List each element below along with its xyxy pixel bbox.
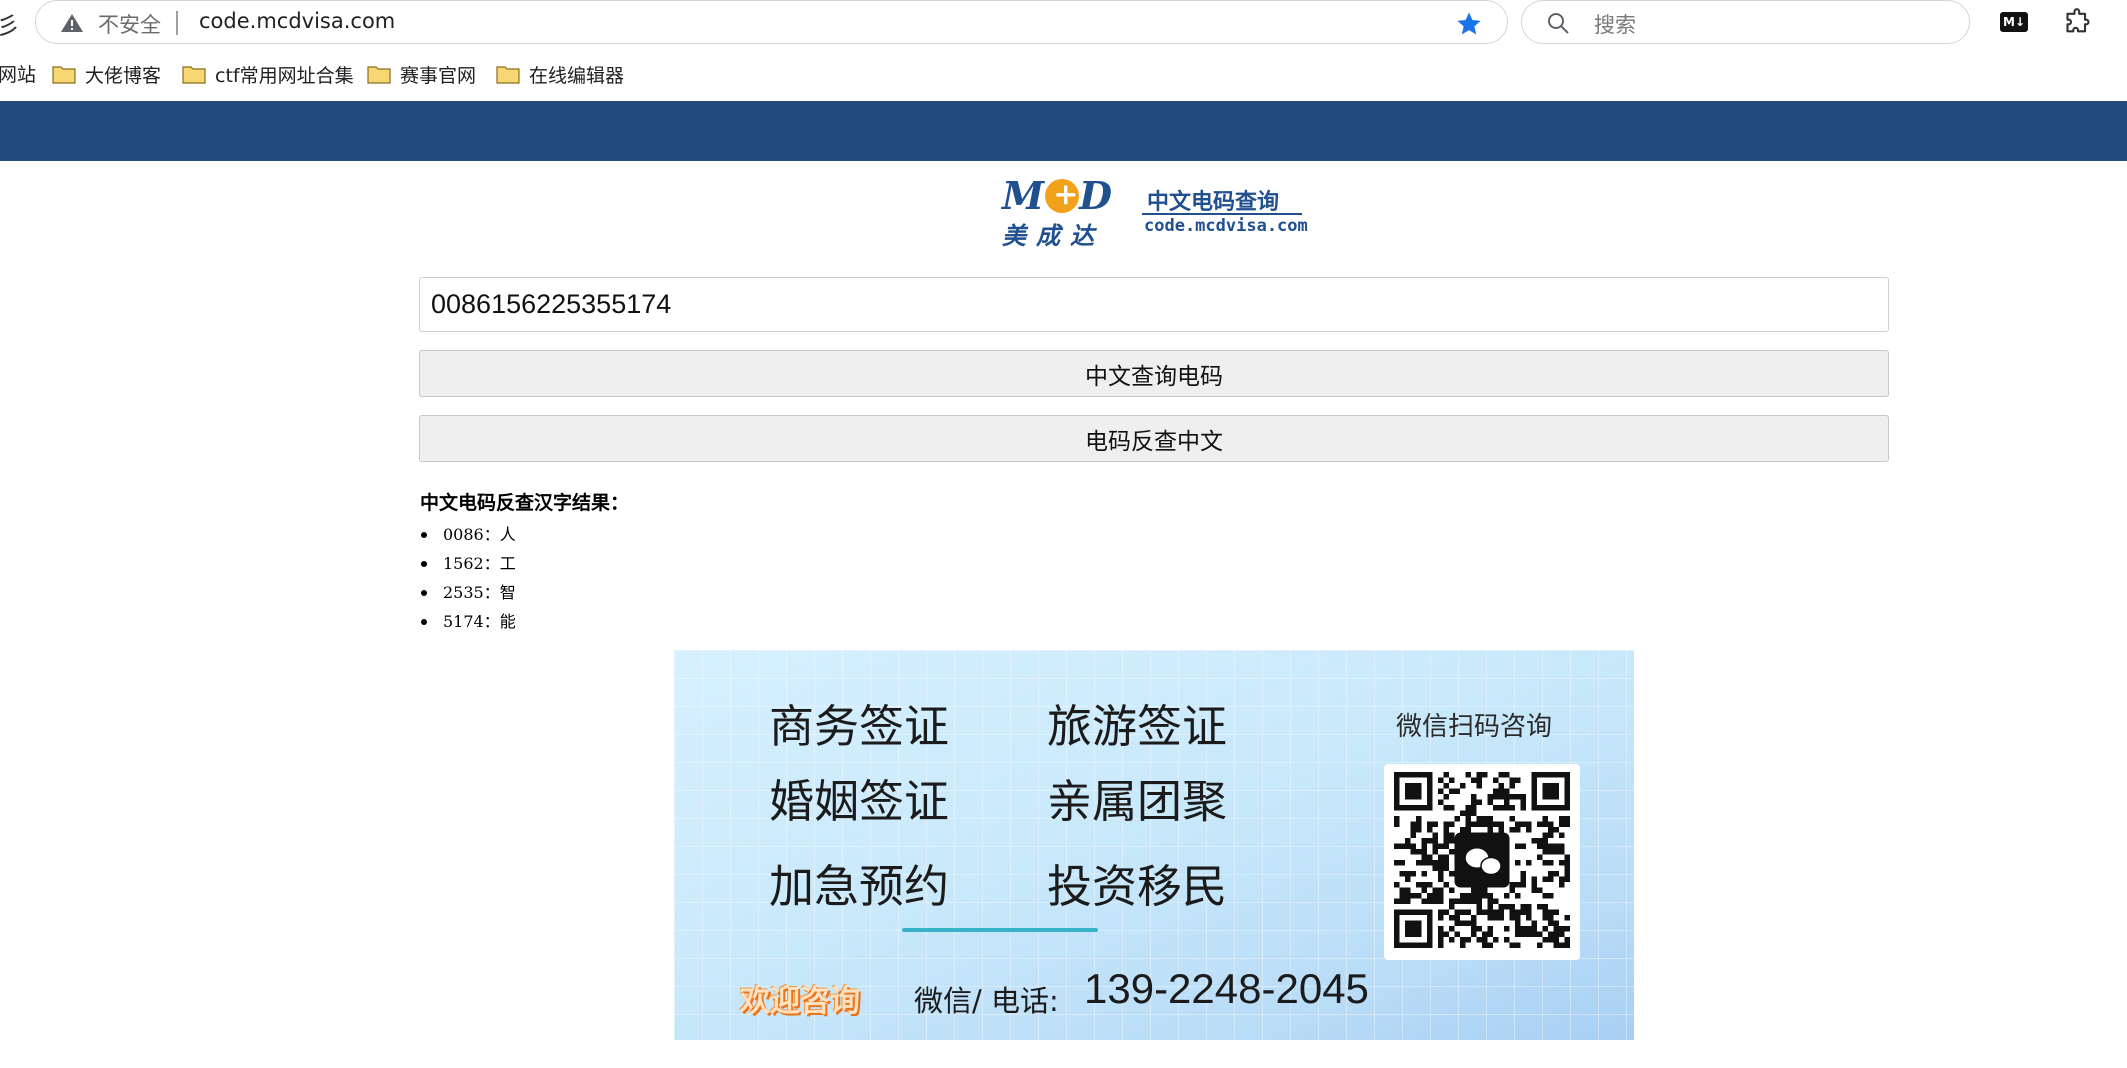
qr-label: 微信扫码咨询 [1396, 712, 1553, 742]
address-separator [176, 11, 178, 35]
bookmark-label: 大佬博客 [85, 64, 162, 87]
folder-icon [52, 66, 76, 84]
service-tourist-visa: 旅游签证 [1047, 700, 1228, 753]
bookmark-item[interactable]: ctf常用网址合集 [182, 60, 354, 88]
browser-toolbar: 彡 不安全 code.mcdvisa.com 搜索 M↓ [0, 0, 2127, 44]
welcome-text: 欢迎咨询 [740, 984, 860, 1019]
bookmark-label: 在线编辑器 [529, 64, 625, 87]
bookmark-label: ctf常用网址合集 [215, 64, 354, 87]
site-logo[interactable]: MD 美成达 中文电码查询 code.mcdvisa.com [1002, 175, 1308, 250]
logo-title: 中文电码查询 [1147, 190, 1280, 215]
browser-search-box[interactable]: 搜索 [1521, 0, 1970, 44]
service-family-reunion: 亲属团聚 [1047, 775, 1228, 828]
folder-icon [182, 66, 206, 84]
logo-domain: code.mcdvisa.com [1144, 216, 1308, 236]
logo-circle-icon [1045, 175, 1079, 215]
contact-label: 微信/ 电话: [914, 984, 1059, 1018]
bookmarks-bar: 网站 大佬博客 ctf常用网址合集 赛事官网 在线编辑器 [0, 56, 2127, 92]
bookmark-item[interactable]: 赛事官网 [367, 60, 476, 88]
service-business-visa: 商务签证 [769, 700, 950, 753]
visa-ad-banner[interactable]: 商务签证 旅游签证 婚姻签证 亲属团聚 加急预约 投资移民 欢迎咨询 微信/ 电… [674, 650, 1634, 1040]
service-marriage-visa: 婚姻签证 [769, 775, 950, 828]
url-text[interactable]: code.mcdvisa.com [199, 9, 395, 33]
warning-triangle-icon[interactable] [60, 13, 84, 33]
reverse-lookup-button[interactable]: 电码反查中文 [419, 415, 1889, 462]
folder-icon [496, 66, 520, 84]
qr-code-container [1384, 764, 1580, 960]
query-code-button[interactable]: 中文查询电码 [419, 350, 1889, 397]
service-investment-immigration: 投资移民 [1047, 860, 1228, 913]
code-input[interactable] [419, 277, 1889, 332]
bookmark-item[interactable]: 在线编辑器 [496, 60, 624, 88]
logo-chinese-name: 美成达 [1002, 222, 1104, 250]
bookmark-partial[interactable]: 网站 [0, 60, 36, 87]
puzzle-icon[interactable] [2064, 8, 2092, 36]
result-item: 5174：能 [420, 607, 516, 636]
logo-divider [1142, 213, 1302, 215]
address-bar[interactable]: 不安全 code.mcdvisa.com [35, 0, 1508, 44]
search-icon [1548, 13, 1569, 34]
site-header-bar [0, 101, 2127, 161]
reload-icon[interactable]: 彡 [0, 6, 20, 41]
bookmark-label: 赛事官网 [400, 64, 477, 87]
insecure-label[interactable]: 不安全 [98, 9, 161, 39]
result-title: 中文电码反查汉字结果： [420, 492, 630, 514]
service-expedited: 加急预约 [769, 860, 950, 913]
result-item: 2535：智 [420, 578, 516, 607]
qr-code-icon [1394, 772, 1570, 948]
search-placeholder: 搜索 [1594, 13, 1636, 37]
bookmark-item[interactable]: 大佬博客 [52, 60, 161, 88]
star-icon[interactable] [1455, 10, 1483, 38]
markdown-icon[interactable]: M↓ [2000, 12, 2028, 32]
result-item: 0086：人 [420, 520, 516, 549]
logo-mark: MD [1002, 175, 1113, 216]
contact-phone: 139-2248-2045 [1084, 965, 1369, 1012]
folder-icon [367, 66, 391, 84]
result-item: 1562：工 [420, 549, 516, 578]
banner-divider [902, 928, 1098, 932]
result-list: 0086：人 1562：工 2535：智 5174：能 [420, 520, 516, 636]
